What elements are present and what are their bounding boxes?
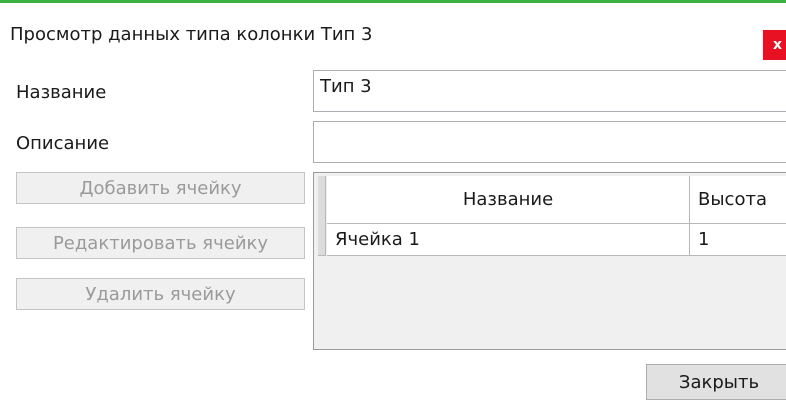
table-cell-height[interactable]: 1 [690, 224, 786, 256]
description-label: Описание [16, 133, 110, 154]
window-title: Просмотр данных типа колонки Тип 3 [10, 24, 373, 45]
name-label: Название [16, 82, 107, 103]
row-header[interactable] [318, 224, 326, 256]
edit-cell-button[interactable]: Редактировать ячейку [16, 227, 305, 259]
description-field[interactable] [313, 121, 786, 163]
close-icon: x [773, 37, 783, 53]
close-button[interactable]: Закрыть [646, 364, 786, 400]
column-header-height[interactable]: Высота [690, 176, 786, 224]
table-cell-name[interactable]: Ячейка 1 [327, 224, 690, 256]
name-field[interactable]: Тип 3 [313, 70, 786, 112]
column-header-name[interactable]: Название [327, 176, 690, 224]
window-top-border [0, 0, 786, 3]
delete-cell-button[interactable]: Удалить ячейку [16, 278, 305, 310]
window-close-button[interactable]: x [763, 30, 786, 60]
name-field-value: Тип 3 [320, 76, 372, 97]
grid-corner-header [318, 176, 326, 224]
add-cell-button[interactable]: Добавить ячейку [16, 172, 305, 204]
